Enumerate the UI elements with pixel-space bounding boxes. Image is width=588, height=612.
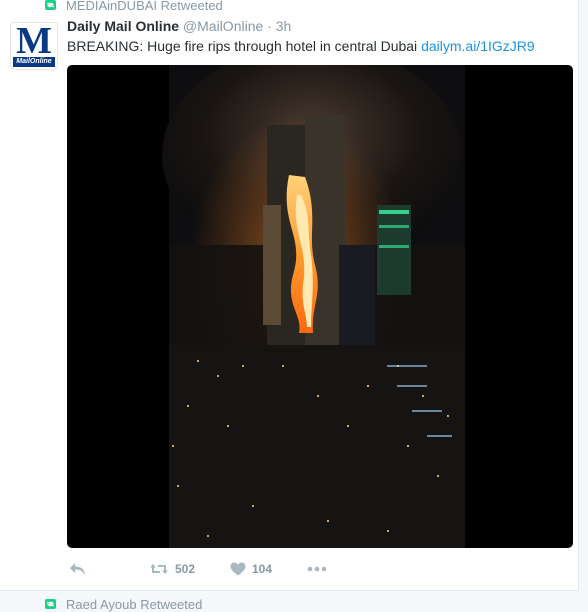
- tweet-actions: 502 104: [67, 560, 387, 578]
- retweet-banner-text[interactable]: Raed Ayoub Retweeted: [66, 597, 202, 612]
- avatar-logo-text: MailOnline: [13, 57, 55, 67]
- tweet-text: BREAKING: Huge fire rips through hotel i…: [67, 37, 535, 55]
- separator-dot: ·: [267, 18, 272, 34]
- photo-of-burning-tower-icon: [162, 65, 465, 548]
- retweet-icon: [150, 564, 168, 574]
- author-handle[interactable]: @MailOnline: [183, 18, 263, 34]
- tweet-timestamp[interactable]: 3h: [276, 18, 292, 34]
- more-button[interactable]: [307, 560, 327, 578]
- like-button[interactable]: 104: [230, 560, 272, 578]
- retweet-icon: [45, 0, 56, 10]
- retweet-button[interactable]: 502: [149, 560, 195, 578]
- avatar-logo-letter: M: [16, 22, 52, 62]
- reply-button[interactable]: [69, 560, 86, 578]
- tweet-media[interactable]: [67, 65, 573, 548]
- retweet-banner: MEDIAinDUBAI Retweeted: [45, 0, 223, 13]
- author-name[interactable]: Daily Mail Online: [67, 18, 179, 34]
- more-dots-icon: [307, 566, 327, 572]
- heart-icon: [230, 562, 246, 576]
- like-count: 104: [252, 562, 273, 576]
- tweet-card[interactable]: MEDIAinDUBAI Retweeted M MailOnline Dail…: [0, 0, 579, 591]
- tweet-link[interactable]: dailym.ai/1IGzJR9: [421, 38, 535, 54]
- tweet-body: BREAKING: Huge fire rips through hotel i…: [67, 38, 422, 54]
- retweet-banner-text[interactable]: MEDIAinDUBAI Retweeted: [66, 0, 223, 13]
- next-retweet-banner: Raed Ayoub Retweeted: [45, 597, 202, 612]
- reply-icon: [70, 563, 85, 575]
- avatar[interactable]: M MailOnline: [10, 22, 58, 70]
- retweet-count: 502: [175, 562, 196, 576]
- tweet-header: Daily Mail Online @MailOnline · 3h: [67, 17, 291, 35]
